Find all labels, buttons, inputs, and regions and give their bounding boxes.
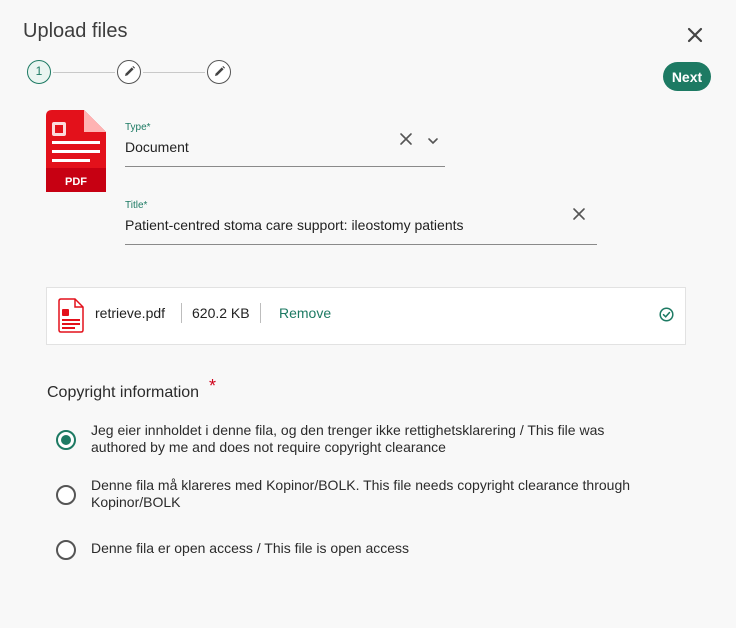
close-icon[interactable] bbox=[685, 25, 705, 45]
option-label: Denne fila må klareres med Kopinor/BOLK.… bbox=[91, 477, 631, 510]
step-1[interactable]: 1 bbox=[27, 60, 51, 84]
type-value[interactable]: Document bbox=[125, 139, 189, 155]
upload-files-dialog: Upload files 1 Next PDF Type* Document T… bbox=[0, 0, 736, 628]
required-mark: * bbox=[209, 376, 217, 396]
pencil-icon bbox=[214, 66, 225, 76]
radio-button[interactable] bbox=[56, 540, 76, 560]
step-connector bbox=[53, 72, 115, 73]
pencil-icon bbox=[124, 66, 135, 76]
file-size: 620.2 KB bbox=[192, 305, 250, 321]
divider bbox=[181, 303, 182, 323]
field-underline bbox=[125, 244, 597, 245]
title-value[interactable]: Patient-centred stoma care support: ileo… bbox=[125, 217, 464, 233]
option-label: Jeg eier innholdet i denne fila, og den … bbox=[91, 422, 605, 455]
stepper: 1 bbox=[26, 60, 236, 88]
check-circle-icon bbox=[659, 307, 674, 327]
divider bbox=[260, 303, 261, 323]
radio-button[interactable] bbox=[56, 485, 76, 505]
step-connector bbox=[143, 72, 205, 73]
copyright-option-authored[interactable]: Jeg eier innholdet i denne fila, og den … bbox=[56, 422, 676, 462]
pdf-file-icon: PDF bbox=[46, 110, 106, 197]
uploaded-file-card: retrieve.pdf 620.2 KB Remove bbox=[46, 287, 686, 345]
dialog-title: Upload files bbox=[23, 20, 128, 42]
title-field[interactable]: Title* Patient-centred stoma care suppor… bbox=[125, 200, 597, 245]
pdf-badge: PDF bbox=[65, 176, 87, 188]
chevron-down-icon[interactable] bbox=[427, 133, 439, 151]
file-name: retrieve.pdf bbox=[95, 305, 166, 321]
remove-file-link[interactable]: Remove bbox=[279, 305, 331, 321]
copyright-option-open-access[interactable]: Denne fila er open access / This file is… bbox=[56, 540, 676, 560]
step-3[interactable] bbox=[207, 60, 231, 84]
type-label: Type* bbox=[125, 122, 151, 133]
pdf-file-icon bbox=[58, 298, 84, 338]
type-field[interactable]: Type* Document bbox=[125, 122, 445, 167]
title-label: Title* bbox=[125, 200, 148, 211]
clear-icon[interactable] bbox=[399, 132, 413, 151]
clear-icon[interactable] bbox=[572, 207, 586, 226]
copyright-heading: Copyright information bbox=[47, 384, 200, 401]
step-2[interactable] bbox=[117, 60, 141, 84]
field-underline bbox=[125, 166, 445, 167]
radio-button-selected[interactable] bbox=[56, 430, 76, 450]
next-button[interactable]: Next bbox=[663, 62, 711, 91]
option-label: Denne fila er open access / This file is… bbox=[91, 540, 410, 556]
copyright-option-kopinor[interactable]: Denne fila må klareres med Kopinor/BOLK.… bbox=[56, 477, 676, 517]
